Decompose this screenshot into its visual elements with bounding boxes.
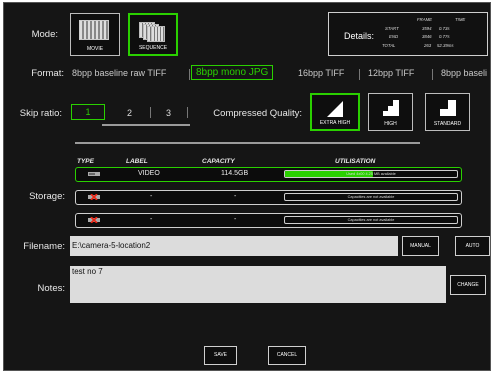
storage-header-label: LABEL bbox=[126, 158, 148, 165]
format-divider bbox=[359, 69, 360, 80]
quality-extra-high-icon bbox=[327, 101, 343, 117]
filename-input[interactable]: E:\camera-5-location2 bbox=[70, 236, 398, 256]
mode-label: Mode: bbox=[31, 29, 58, 40]
quality-standard-icon bbox=[439, 100, 456, 116]
quality-high-label: HIGH bbox=[384, 121, 397, 127]
auto-button[interactable]: AUTO bbox=[455, 236, 490, 256]
save-button[interactable]: SAVE bbox=[204, 346, 237, 365]
hard-drive-icon bbox=[88, 172, 100, 176]
utilisation-text: Capacities are not available bbox=[347, 218, 395, 222]
cancel-button[interactable]: CANCEL bbox=[268, 346, 306, 365]
details-total-label: TOTAL bbox=[382, 43, 396, 48]
sequence-mode-button[interactable]: SEQUENCE bbox=[128, 13, 178, 56]
storage-row-label: VIDEO bbox=[138, 170, 160, 177]
details-start-frame: 3594 bbox=[422, 26, 432, 31]
quality-extra-high-button[interactable]: EXTRA HIGH bbox=[310, 93, 360, 131]
details-end-time: 0.77s bbox=[439, 34, 450, 39]
storage-row[interactable]: VIDEO 114.5GB Used 4x00 4.25 MB availabl… bbox=[75, 167, 462, 182]
film-strip-icon bbox=[79, 20, 109, 40]
format-option-mono-jpg[interactable]: 8bpp mono JPG bbox=[191, 65, 274, 80]
details-box: Details: FRAME TIME START END TOTAL 3594… bbox=[328, 12, 488, 56]
format-divider bbox=[432, 69, 433, 80]
skip-ratio-option-2[interactable]: 2 bbox=[127, 108, 132, 118]
format-option-12bpp-tiff[interactable]: 12bpp TIFF bbox=[368, 68, 414, 78]
change-button[interactable]: CHANGE bbox=[450, 275, 486, 295]
storage-header-capacity: CAPACITY bbox=[202, 158, 235, 165]
storage-row-capacity: - bbox=[234, 216, 237, 223]
section-divider bbox=[75, 142, 420, 144]
utilisation-text: Capacities are not available bbox=[347, 195, 395, 199]
quality-standard-button[interactable]: STANDARD bbox=[425, 93, 470, 131]
sequence-mode-label: SEQUENCE bbox=[138, 45, 168, 51]
storage-header-type: TYPE bbox=[77, 158, 94, 165]
details-col-frame: FRAME bbox=[417, 17, 433, 22]
skip-ratio-option-1[interactable]: 1 bbox=[71, 104, 105, 120]
utilisation-bar: Capacities are not available bbox=[284, 216, 458, 224]
notes-textarea[interactable]: test no 7 bbox=[70, 266, 446, 303]
storage-row-label: - bbox=[150, 216, 153, 223]
storage-label: Storage: bbox=[29, 191, 65, 202]
details-start-label: START bbox=[385, 26, 399, 31]
details-end-frame: 3846 bbox=[422, 34, 432, 39]
details-label: Details: bbox=[344, 31, 375, 41]
utilisation-bar: Used 4x00 4.25 MB available bbox=[284, 170, 458, 178]
format-option-8bpp-baseline[interactable]: 8bpp baseli bbox=[441, 68, 487, 78]
details-total-frame: 263 bbox=[424, 43, 432, 48]
skip-divider bbox=[187, 107, 188, 118]
utilisation-bar: Capacities are not available bbox=[284, 193, 458, 201]
compressed-quality-label: Compressed Quality: bbox=[213, 108, 302, 119]
format-option-16bpp-tiff[interactable]: 16bpp TIFF bbox=[298, 68, 344, 78]
storage-row[interactable]: - - Capacities are not available bbox=[75, 213, 462, 228]
movie-mode-button[interactable]: MOVIE bbox=[70, 13, 120, 56]
format-divider bbox=[189, 69, 190, 80]
manual-button[interactable]: MANUAL bbox=[402, 236, 439, 256]
format-option-raw-tiff[interactable]: 8bpp baseline raw TIFF bbox=[72, 68, 166, 78]
drive-unavailable-icon bbox=[88, 194, 100, 200]
filename-label: Filename: bbox=[23, 241, 65, 252]
storage-row-capacity: 114.5GB bbox=[221, 170, 249, 177]
quality-high-icon bbox=[382, 100, 399, 116]
format-label: Format: bbox=[31, 68, 64, 79]
details-col-time: TIME bbox=[455, 17, 466, 22]
quality-extra-high-label: EXTRA HIGH bbox=[319, 120, 351, 126]
notes-label: Notes: bbox=[37, 283, 65, 294]
skip-divider bbox=[150, 107, 151, 118]
details-start-time: 0.73s bbox=[439, 26, 450, 31]
capture-settings-panel: Mode: MOVIE SEQUENCE Details: FRAME TIME… bbox=[3, 2, 491, 371]
quality-high-button[interactable]: HIGH bbox=[368, 93, 413, 131]
utilisation-text: Used 4x00 4.25 MB available bbox=[346, 172, 396, 176]
movie-mode-label: MOVIE bbox=[86, 46, 104, 52]
skip-ratio-track bbox=[102, 124, 190, 126]
image-sequence-icon bbox=[139, 20, 165, 42]
details-end-label: END bbox=[389, 34, 399, 39]
drive-unavailable-icon bbox=[88, 217, 100, 223]
skip-ratio-option-3[interactable]: 3 bbox=[166, 108, 171, 118]
storage-header-utilisation: UTILISATION bbox=[335, 158, 376, 165]
storage-row[interactable]: - - Capacities are not available bbox=[75, 190, 462, 205]
storage-row-label: - bbox=[150, 193, 153, 200]
quality-standard-label: STANDARD bbox=[433, 121, 462, 127]
skip-ratio-label: Skip ratio: bbox=[19, 108, 62, 119]
storage-row-capacity: - bbox=[234, 193, 237, 200]
details-total-time: 52.39ms bbox=[437, 43, 454, 48]
